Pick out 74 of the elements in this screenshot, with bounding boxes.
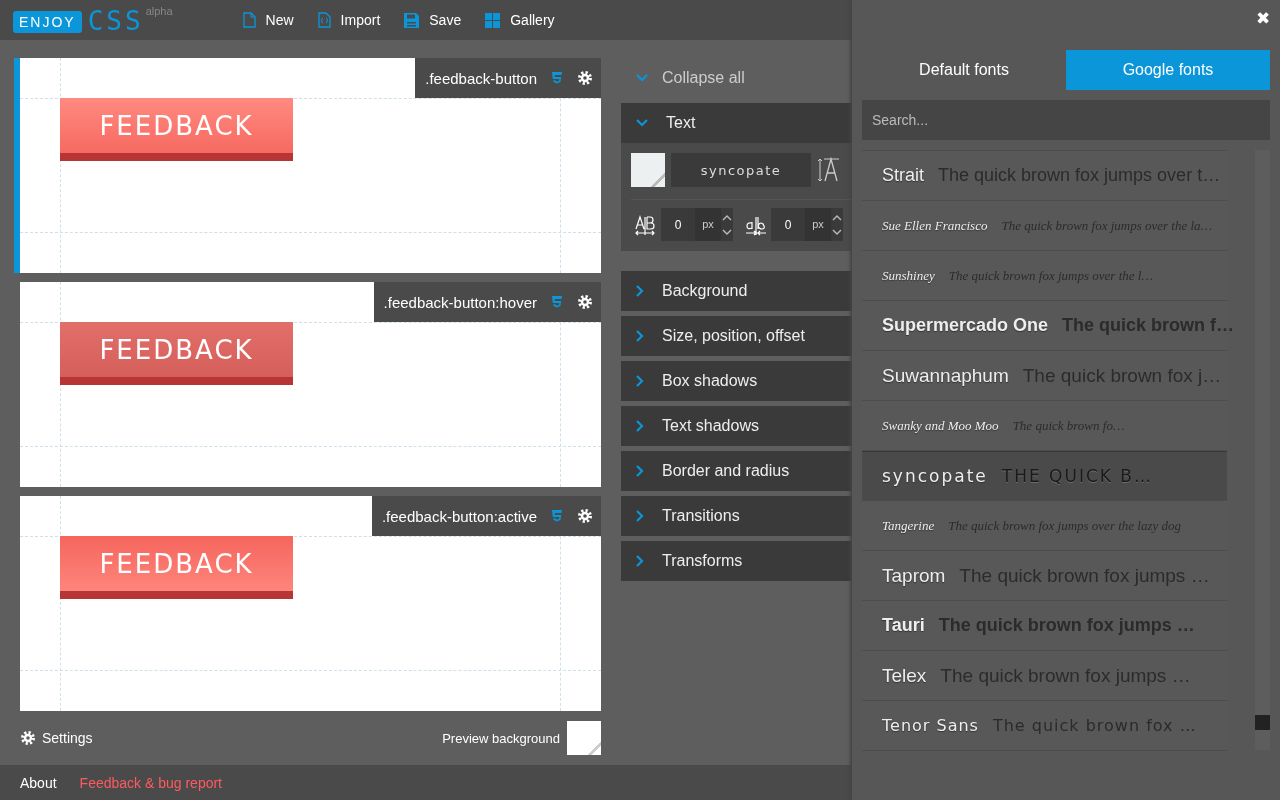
font-name: Suwannaphum [882, 364, 1009, 387]
chevron-right-icon [636, 555, 644, 567]
toolbar-button[interactable]: Import [317, 12, 381, 28]
feedback-button-preview: FEEDBACK [60, 98, 293, 161]
grid-icon [485, 12, 501, 28]
css3-shield-icon[interactable] [551, 509, 563, 523]
font-value: syncopate [700, 162, 782, 178]
preview-card[interactable]: FEEDBACK .feedback-button:active [20, 496, 601, 711]
background-color-swatch[interactable] [567, 721, 601, 755]
spacing-value: 0 [783, 217, 793, 232]
collapse-all-button[interactable]: Collapse all [621, 58, 852, 98]
section-header[interactable]: Transitions [621, 496, 852, 536]
code-file-icon [317, 12, 331, 28]
section-header[interactable]: Background [621, 271, 852, 311]
toolbar-button[interactable]: Save [404, 12, 462, 28]
font-name: Swanky and Moo Moo [882, 417, 999, 434]
section-header[interactable]: Box shadows [621, 361, 852, 401]
css3-shield-icon[interactable] [551, 295, 563, 309]
gear-icon[interactable] [577, 508, 593, 524]
font-dropdown[interactable]: syncopate [671, 153, 811, 187]
font-name: Telex [882, 664, 927, 687]
font-tab[interactable]: Default fonts [862, 50, 1066, 90]
gear-icon[interactable] [20, 730, 36, 746]
spacing-value: 0 [673, 217, 683, 232]
font-name: Sue Ellen Francisco [882, 217, 988, 234]
letter-spacing-icon [635, 213, 657, 236]
chevron-right-icon [636, 330, 644, 342]
font-name: syncopate [882, 465, 988, 486]
font-name: Supermercado One [882, 315, 1049, 336]
section-header[interactable]: Border and radius [621, 451, 852, 491]
spacing-field[interactable]: 0 px [771, 208, 843, 241]
preview-card[interactable]: FEEDBACK .feedback-button [14, 58, 601, 273]
section-header[interactable]: Transforms [621, 541, 852, 581]
font-name: Sunshiney [882, 267, 935, 284]
line-height-icon[interactable] [817, 157, 841, 183]
feedback-button-preview: FEEDBACK [60, 536, 293, 599]
unit-label: px [805, 208, 831, 241]
css3-shield-icon[interactable] [551, 71, 563, 85]
chevron-right-icon [636, 465, 644, 477]
toolbar-button[interactable]: Gallery [485, 12, 555, 28]
gear-icon[interactable] [577, 70, 593, 86]
chevron-down-icon [636, 119, 648, 127]
unit-label: px [695, 208, 721, 241]
settings-button[interactable]: Settings [20, 730, 93, 746]
chevron-down-icon [636, 74, 648, 82]
spacing-field[interactable]: 0 px [661, 208, 733, 241]
selector-label: .feedback-button:active [381, 507, 537, 525]
chevron-right-icon [636, 375, 644, 387]
version-label: alpha [145, 5, 173, 17]
file-icon [242, 12, 256, 28]
color-swatch[interactable] [631, 153, 665, 187]
chevron-right-icon [636, 420, 644, 432]
preview-card[interactable]: FEEDBACK .feedback-button:hover [20, 282, 601, 487]
section-header[interactable]: Text shadows [621, 406, 852, 446]
scrollbar[interactable] [1255, 150, 1270, 750]
search-field[interactable]: Search... [862, 100, 1270, 140]
font-name: Strait [882, 165, 924, 186]
font-name: Tangerine [882, 517, 935, 534]
chevron-right-icon [636, 285, 644, 297]
font-name: Taprom [882, 564, 946, 587]
font-name: Tauri [882, 615, 925, 636]
footer-link[interactable]: About [20, 774, 57, 791]
font-name: Tenor Sans [882, 716, 979, 735]
selector-label: .feedback-button [425, 69, 537, 87]
close-button[interactable]: ✖ [1256, 6, 1270, 30]
chevron-right-icon [636, 510, 644, 522]
gear-icon[interactable] [577, 294, 593, 310]
preview-background-label: Preview background [442, 730, 560, 746]
scrollbar-thumb[interactable] [1255, 715, 1270, 730]
feedback-button-preview: FEEDBACK [60, 322, 293, 385]
section-header[interactable]: Text [621, 103, 852, 143]
toolbar-button[interactable]: New [242, 12, 294, 28]
selector-label: .feedback-button:hover [383, 293, 537, 311]
section-header[interactable]: Size, position, offset [621, 316, 852, 356]
